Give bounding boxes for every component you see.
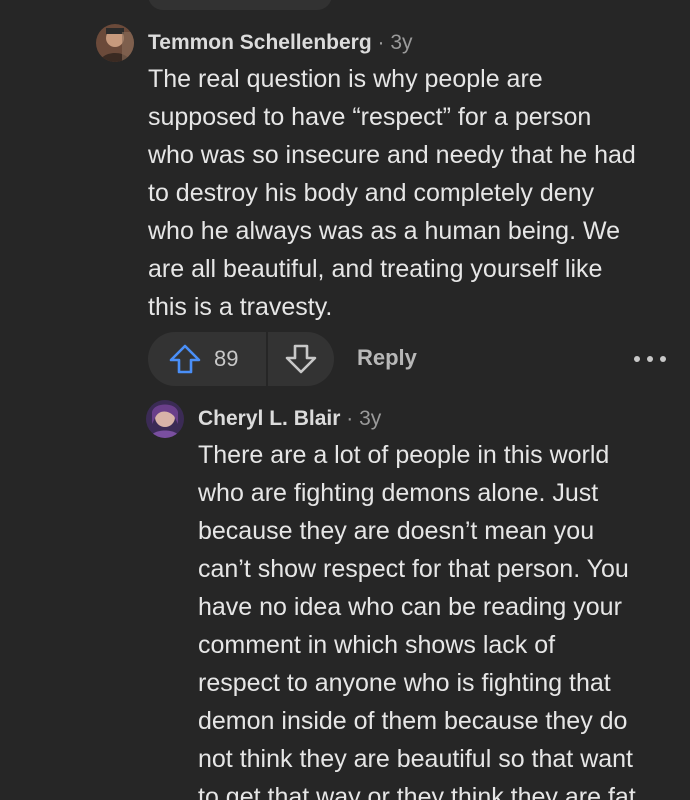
arrow-down-icon bbox=[285, 344, 317, 374]
comment-line: have no idea who can be reading your bbox=[198, 593, 622, 621]
vote-pill: 89 bbox=[148, 332, 334, 386]
more-horizontal-icon bbox=[634, 356, 640, 362]
comment-line: because they are doesn’t mean you bbox=[198, 517, 595, 545]
comment-line: this is a travesty. bbox=[148, 293, 333, 321]
comment-line: who are fighting demons alone. Just bbox=[198, 479, 599, 507]
upvote-button[interactable] bbox=[156, 332, 214, 386]
comment-line: who was so insecure and needy that he ha… bbox=[148, 141, 636, 169]
avatar[interactable] bbox=[96, 24, 134, 62]
comment-line: There are a lot of people in this world bbox=[198, 441, 610, 469]
meta-separator: · bbox=[377, 31, 385, 54]
comment-meta: Temmon Schellenberg · 3y bbox=[148, 29, 413, 57]
meta-separator: · bbox=[346, 407, 354, 430]
comment-line: to destroy his body and completely deny bbox=[148, 179, 595, 207]
previous-vote-pill[interactable] bbox=[148, 0, 332, 10]
comment-line: not think they are beautiful so that wan… bbox=[198, 745, 633, 773]
comment-meta: Cheryl L. Blair · 3y bbox=[198, 405, 381, 433]
comment-age: 3y bbox=[390, 31, 413, 54]
comment-thread: Temmon Schellenberg · 3y The real questi… bbox=[0, 0, 690, 800]
avatar[interactable] bbox=[146, 400, 184, 438]
comment-line: comment in which shows lack of bbox=[198, 631, 556, 659]
arrow-up-icon bbox=[169, 344, 201, 374]
comment-line: who he always was as a human being. We bbox=[148, 217, 621, 245]
comment-line: can’t show respect for that person. You bbox=[198, 555, 629, 583]
author-name[interactable]: Temmon Schellenberg bbox=[148, 31, 372, 54]
comment-age: 3y bbox=[359, 407, 382, 430]
more-dot bbox=[660, 356, 666, 362]
comment-line: are all beautiful, and treating yourself… bbox=[148, 255, 603, 283]
more-options-button[interactable] bbox=[634, 345, 666, 373]
comment-line: supposed to have “respect” for a person bbox=[148, 103, 592, 131]
comment-body: There are a lot of people in this world … bbox=[198, 436, 636, 800]
reply-button[interactable]: Reply bbox=[357, 345, 417, 371]
comment-line: The real question is why people are bbox=[148, 65, 543, 93]
comment-line: respect to anyone who is fighting that bbox=[198, 669, 611, 697]
more-dot bbox=[647, 356, 653, 362]
comment-body: The real question is why people are supp… bbox=[148, 60, 636, 326]
comment-line: demon inside of them because they do bbox=[198, 707, 628, 735]
downvote-button[interactable] bbox=[268, 332, 334, 386]
comment-line: to get that way or they think they are f… bbox=[198, 783, 636, 800]
upvote-count: 89 bbox=[214, 346, 239, 371]
author-name[interactable]: Cheryl L. Blair bbox=[198, 407, 340, 430]
